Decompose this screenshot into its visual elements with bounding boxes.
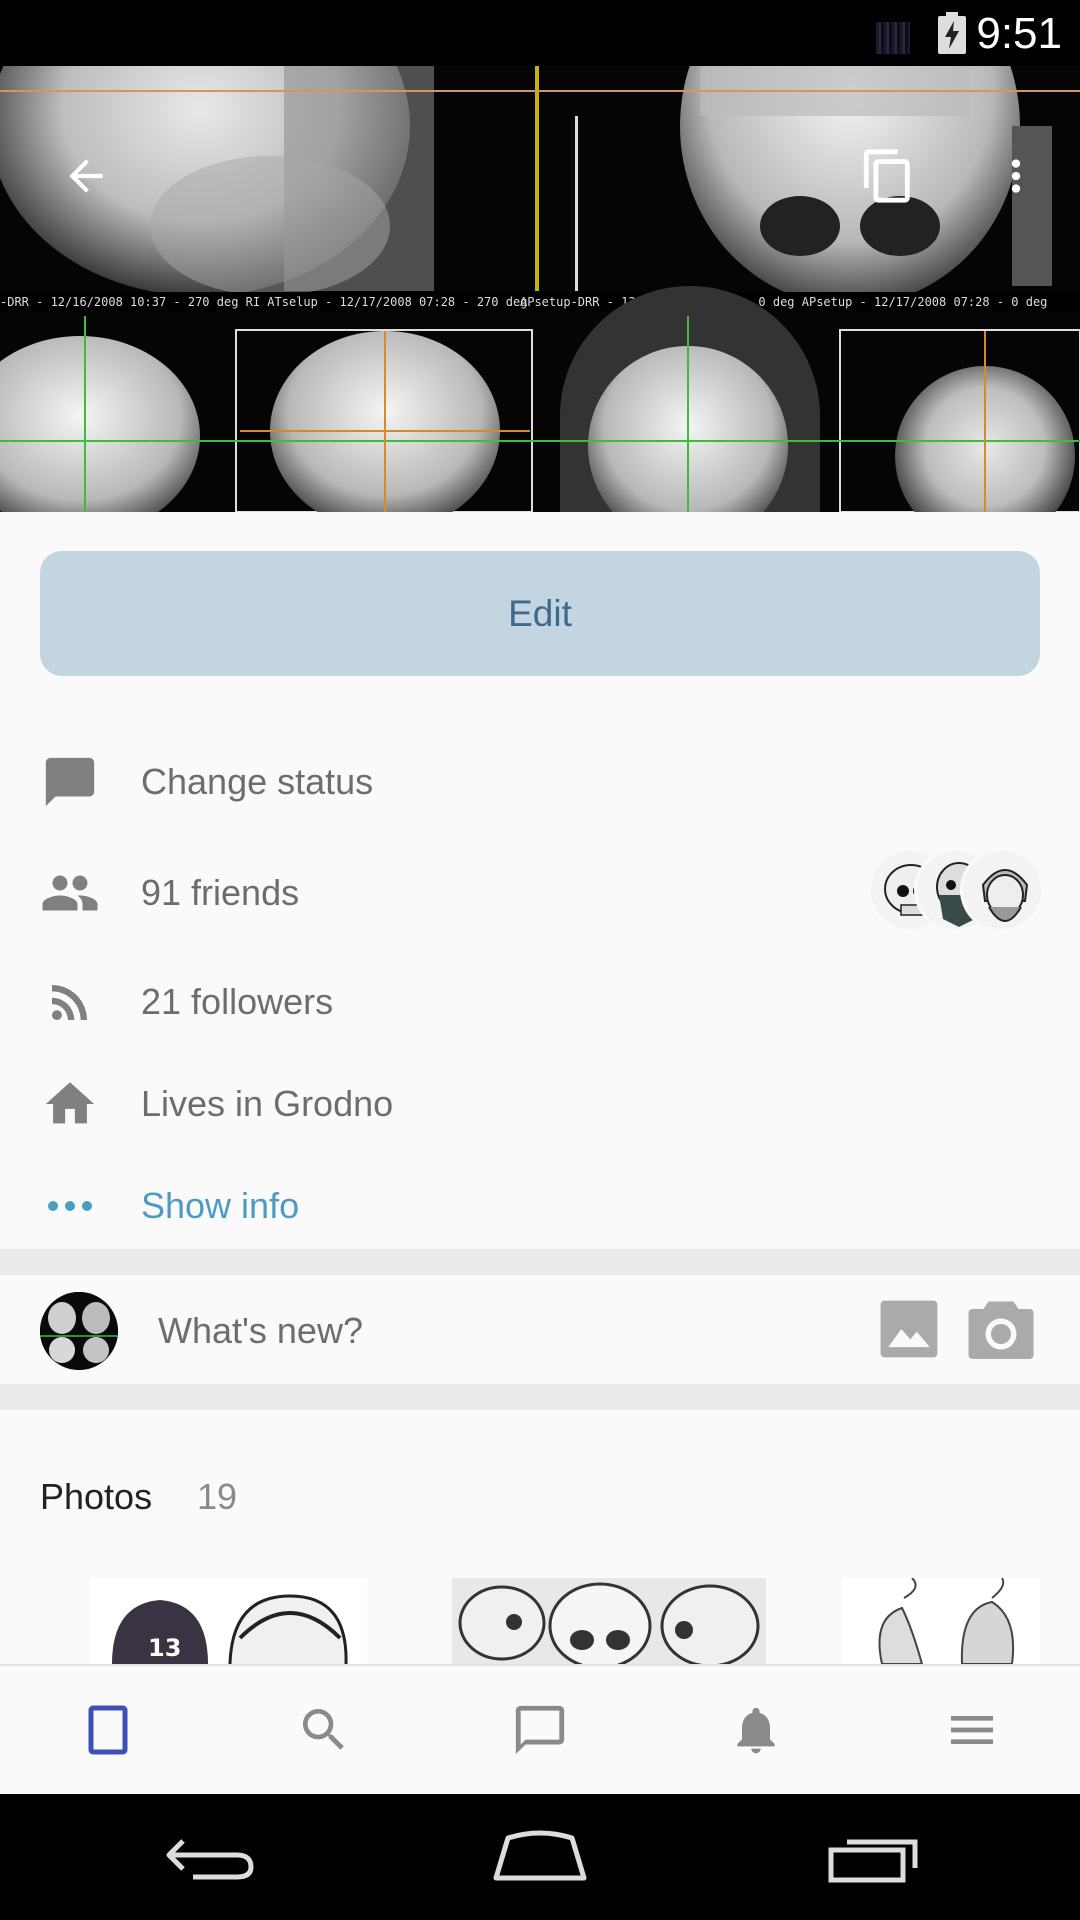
section-divider — [0, 1384, 1080, 1410]
cover-photo[interactable]: -DRR - 12/16/2008 10:37 - 270 deg RI ATs… — [0, 66, 1080, 512]
svg-text:-DRR - 12/16/2008 10:37 - 270: -DRR - 12/16/2008 10:37 - 270 deg RI ATs… — [0, 295, 527, 309]
location-row: Lives in Grodno — [0, 1059, 1080, 1149]
search-icon — [303, 1709, 344, 1750]
user-avatar — [40, 1292, 118, 1370]
photo-thumbnail[interactable] — [842, 1578, 1040, 1664]
more-vert-icon — [1011, 159, 1021, 193]
system-recents-button[interactable] — [820, 1822, 930, 1892]
back-arrow-icon — [69, 159, 103, 193]
messages-icon — [515, 1705, 565, 1755]
nav-menu[interactable] — [864, 1666, 1080, 1794]
camera-icon[interactable] — [966, 1296, 1036, 1362]
avatar — [960, 848, 1044, 932]
clock: 9:51 — [976, 9, 1062, 58]
bottom-navigation — [0, 1664, 1080, 1794]
home-icon — [40, 1074, 100, 1134]
friends-count-label: 91 friends — [141, 872, 300, 913]
svg-text:13: 13 — [148, 1634, 181, 1662]
notifications-icon — [737, 1707, 775, 1754]
friends-row[interactable]: 91 friends — [0, 848, 1080, 938]
people-icon — [40, 863, 100, 923]
rss-icon — [40, 972, 100, 1032]
system-navigation-bar — [0, 1794, 1080, 1920]
nav-profile[interactable] — [0, 1666, 216, 1794]
system-home-button[interactable] — [485, 1822, 595, 1892]
svg-text:APsetup-DRR - 12/16/2008 10:37: APsetup-DRR - 12/16/2008 10:37 - 0 deg A… — [520, 295, 1047, 309]
nav-messages[interactable] — [432, 1666, 648, 1794]
followers-count-label: 21 followers — [141, 981, 334, 1022]
photo-thumbnail[interactable] — [452, 1578, 766, 1664]
recents-icon — [828, 1839, 918, 1883]
change-status-row[interactable]: Change status — [0, 737, 1080, 827]
system-back-button[interactable] — [156, 1822, 266, 1892]
home-icon — [493, 1830, 587, 1881]
section-divider — [0, 1249, 1080, 1275]
battery-charging-icon — [938, 12, 966, 54]
photos-count: 19 — [197, 1476, 238, 1517]
status-bar: 9:51 — [0, 0, 1080, 66]
more-horiz-icon — [40, 1176, 100, 1236]
show-info-row[interactable]: Show info — [0, 1161, 1080, 1251]
chat-bubble-icon — [40, 752, 100, 812]
notification-icon — [876, 22, 910, 54]
edit-profile-button[interactable]: Edit — [40, 551, 1040, 676]
back-button[interactable] — [46, 136, 126, 216]
back-icon — [166, 1839, 254, 1880]
nav-notifications[interactable] — [648, 1666, 864, 1794]
post-composer[interactable]: What's new? — [0, 1276, 1080, 1386]
menu-icon — [951, 1716, 993, 1744]
image-icon[interactable] — [878, 1298, 940, 1360]
profile-icon — [88, 1705, 128, 1755]
copy-icon — [863, 149, 910, 203]
profile-screen: 9:51 -DRR - 12/16/2008 10:37 - 270 deg R… — [0, 0, 1080, 1920]
change-status-label: Change status — [141, 761, 374, 802]
friends-avatar-stack[interactable] — [868, 848, 1044, 932]
photos-section-title[interactable]: Photos — [40, 1476, 152, 1518]
photo-thumbnail[interactable]: 13 — [90, 1578, 367, 1664]
more-options-button[interactable] — [976, 136, 1056, 216]
copy-link-button[interactable] — [848, 136, 928, 216]
location-label: Lives in Grodno — [141, 1083, 394, 1124]
show-info-link[interactable]: Show info — [141, 1185, 299, 1227]
whats-new-input[interactable]: What's new? — [158, 1276, 363, 1386]
nav-search[interactable] — [216, 1666, 432, 1794]
followers-row[interactable]: 21 followers — [0, 957, 1080, 1047]
xray-cover-image: -DRR - 12/16/2008 10:37 - 270 deg RI ATs… — [0, 66, 1080, 512]
